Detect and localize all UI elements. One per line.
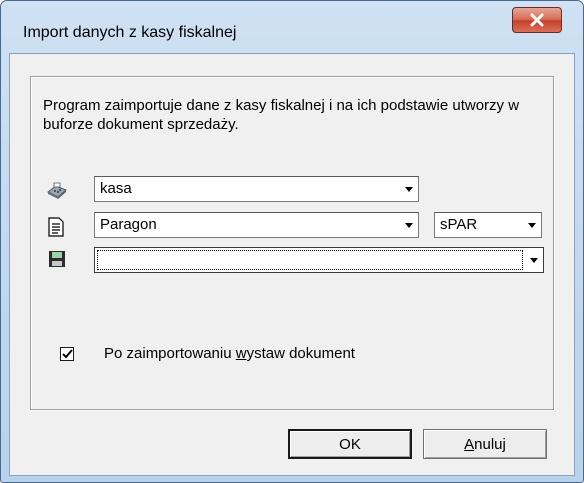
floppy-disk-icon [48, 250, 68, 270]
series-value: sPAR [440, 216, 478, 233]
chevron-down-icon[interactable] [525, 215, 539, 235]
cancel-accel: A [464, 435, 475, 453]
dialog-client-area: Program zaimportuje dane z kasy fiskalne… [9, 53, 575, 476]
ok-label: OK [339, 435, 361, 453]
series-combo[interactable]: sPAR [434, 212, 542, 238]
cancel-rest: nuluj [474, 435, 506, 453]
auto-issue-checkbox[interactable] [60, 347, 74, 361]
device-combo[interactable]: kasa [94, 176, 419, 202]
document-icon [48, 217, 68, 237]
description-text: Program zaimportuje dane z kasy fiskalne… [43, 97, 520, 133]
label-text: ystaw dokument [246, 345, 355, 362]
title-bar[interactable]: Import danych z kasy fiskalnej [1, 1, 583, 53]
checkmark-icon [61, 348, 73, 358]
dialog-window: Import danych z kasy fiskalnej Program z… [0, 0, 584, 483]
register-combo[interactable] [94, 247, 544, 273]
device-combo-value: kasa [100, 180, 132, 197]
cancel-button[interactable]: Anuluj [423, 429, 547, 459]
chevron-down-icon[interactable] [527, 250, 541, 270]
document-type-combo[interactable]: Paragon [94, 212, 419, 238]
document-type-value: Paragon [100, 216, 157, 233]
cancel-label: Anuluj [464, 436, 506, 453]
register-combo-focus [97, 250, 523, 270]
auto-issue-label[interactable]: Po zaimportowaniu wystaw dokument [104, 345, 355, 362]
window-title: Import danych z kasy fiskalnej [23, 24, 237, 41]
chevron-down-icon[interactable] [402, 179, 416, 199]
chevron-down-icon[interactable] [402, 215, 416, 235]
close-icon [530, 13, 544, 27]
label-text: Po zaimportowaniu [104, 345, 236, 362]
label-accel: w [235, 345, 247, 362]
ok-button[interactable]: OK [288, 429, 412, 459]
cash-register-icon [46, 182, 67, 202]
close-button[interactable] [512, 7, 562, 33]
